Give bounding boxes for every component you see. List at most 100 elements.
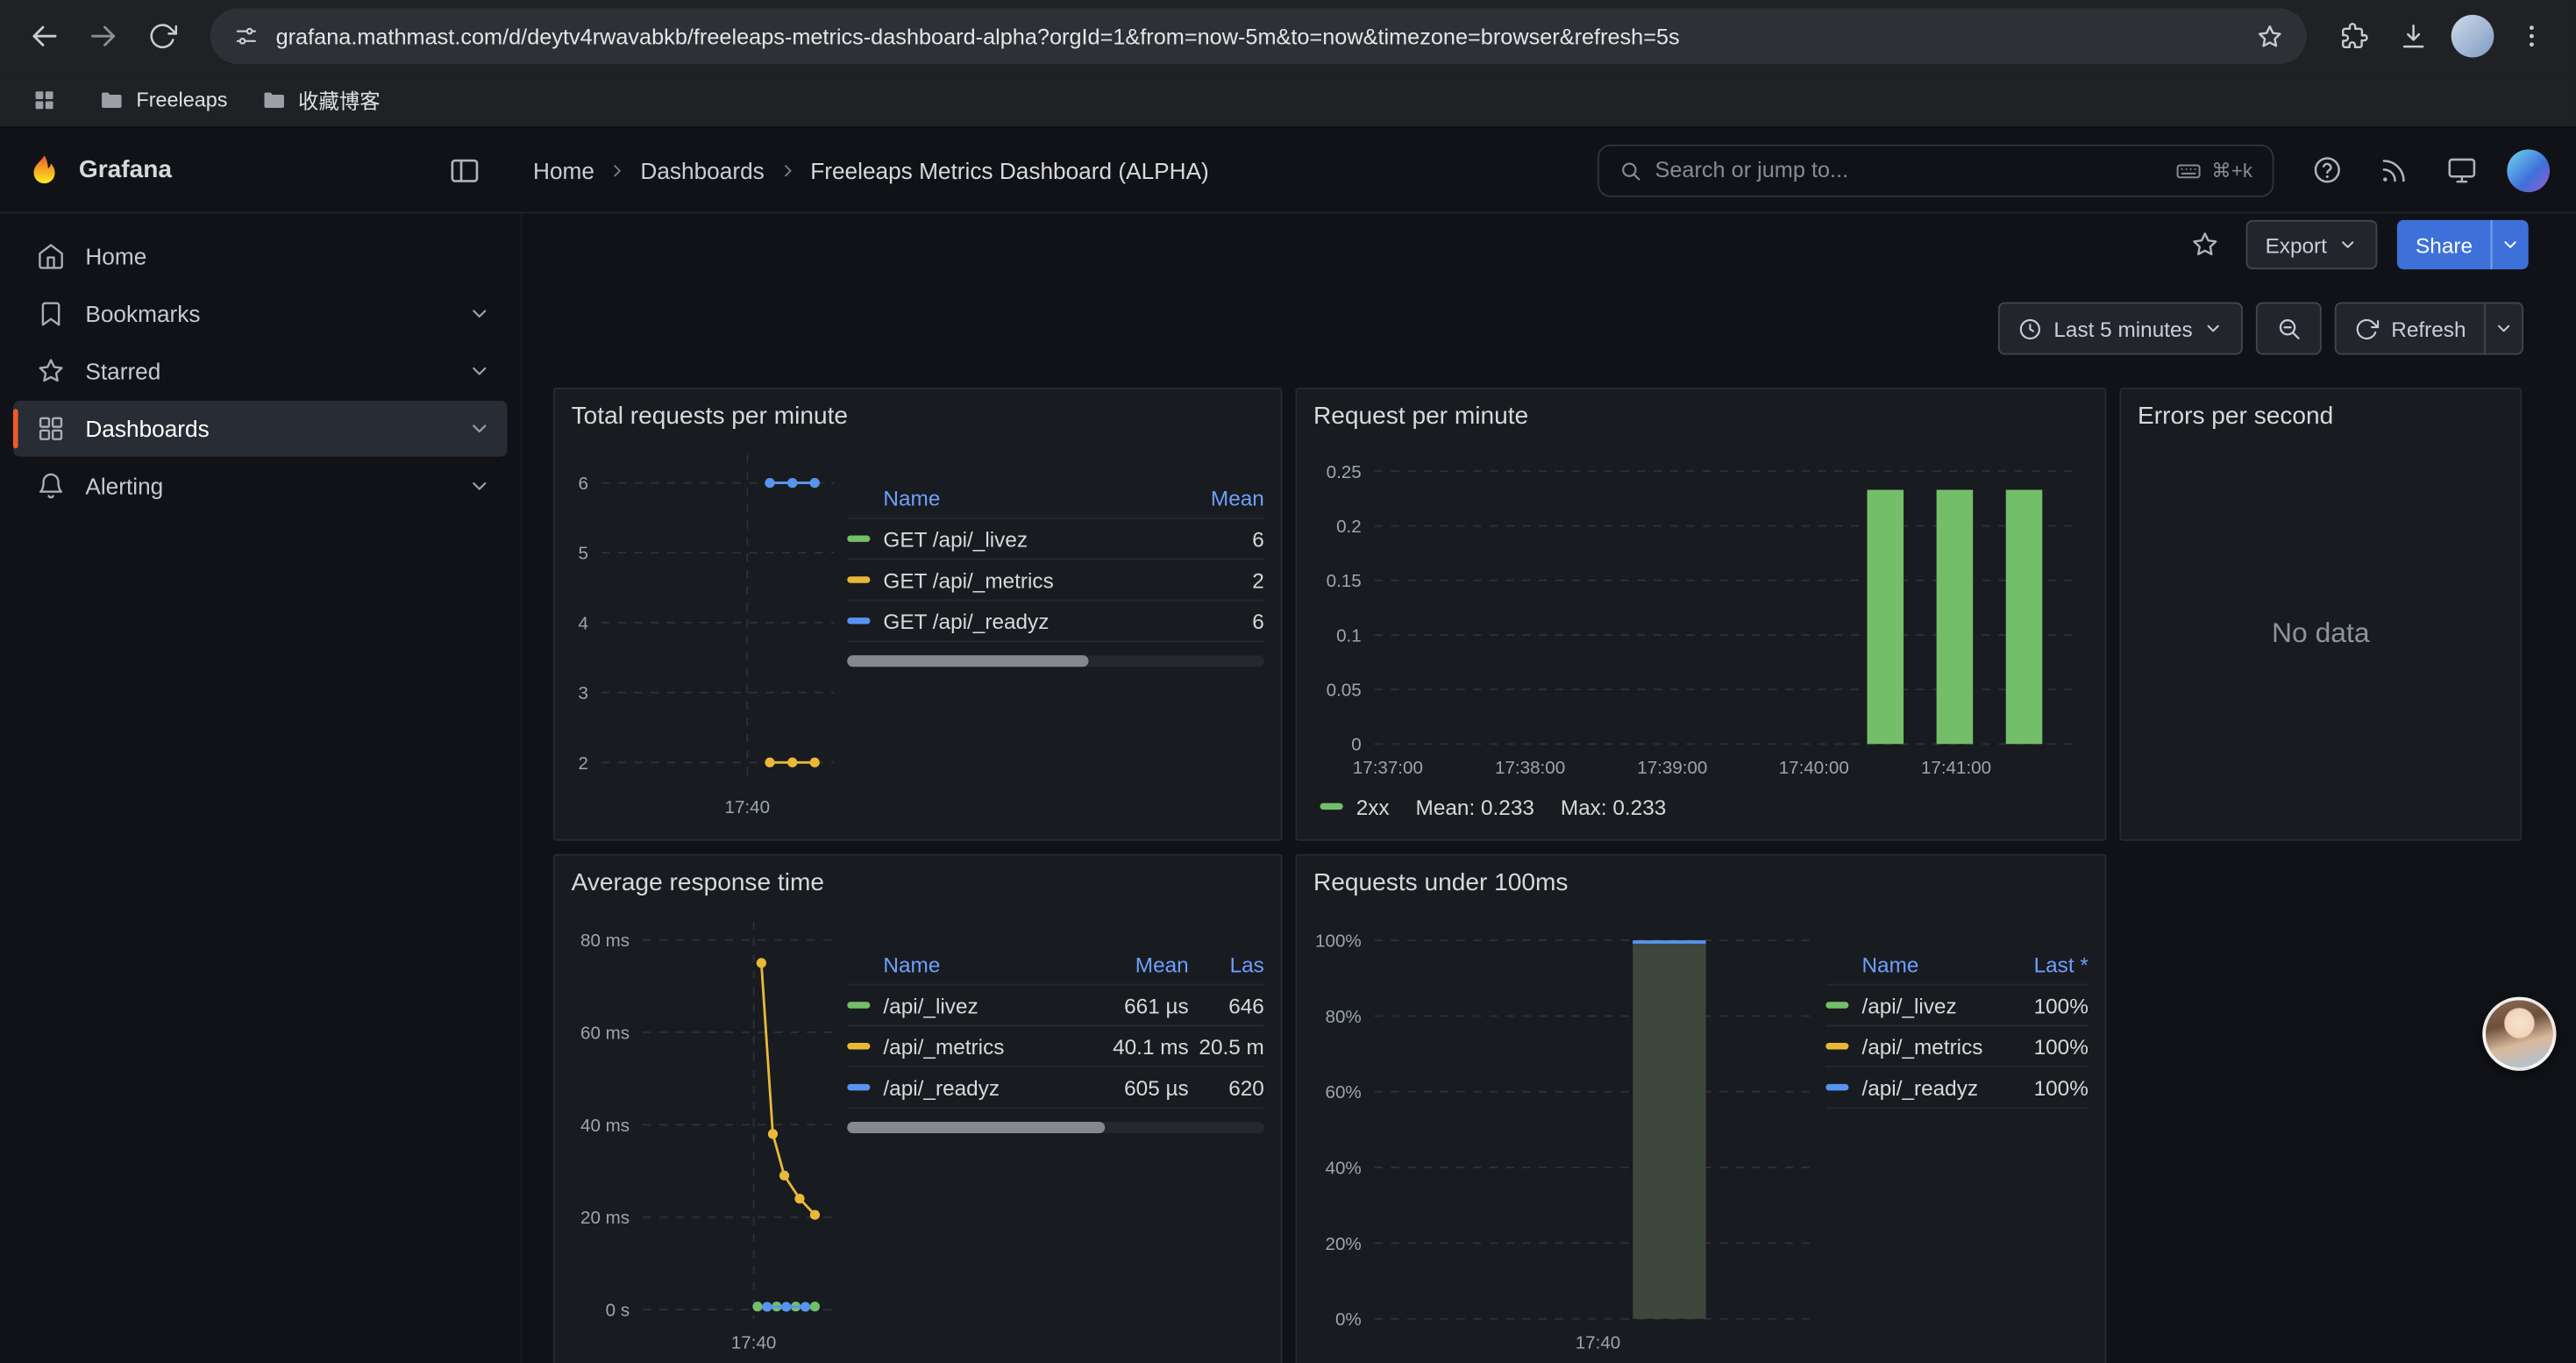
share-menu-button[interactable] — [2491, 220, 2529, 269]
svg-text:20%: 20% — [1326, 1234, 1362, 1254]
timeseries-chart[interactable]: 6543217:40 — [572, 442, 848, 826]
series-name[interactable]: /api/_readyz — [1861, 1075, 1978, 1100]
panel-title[interactable]: Errors per second — [2121, 389, 2520, 442]
series-name[interactable]: GET /api/_readyz — [883, 609, 1049, 633]
brand[interactable]: Grafana — [26, 152, 172, 188]
panel-title[interactable]: Average response time — [555, 856, 1281, 909]
legend-row[interactable]: /api/_livez661 µs646 — [847, 986, 1264, 1027]
svg-text:17:37:00: 17:37:00 — [1353, 758, 1423, 778]
zoom-out-button[interactable] — [2257, 303, 2323, 355]
legend[interactable]: 2xx Mean: 0.233 Max: 0.233 — [1313, 787, 2089, 826]
legend-scrollbar[interactable] — [847, 1122, 1264, 1133]
timeseries-chart[interactable]: 80 ms60 ms40 ms20 ms0 s17:40 — [572, 909, 848, 1362]
breadcrumb-home[interactable]: Home — [533, 157, 594, 183]
user-avatar — [2507, 148, 2550, 191]
chevron-down-icon[interactable] — [468, 475, 491, 497]
browser-menu-button[interactable] — [2504, 8, 2560, 64]
panel-title[interactable]: Total requests per minute — [555, 389, 1281, 442]
legend-row[interactable]: /api/_metrics40.1 ms20.5 m — [847, 1026, 1264, 1067]
breadcrumb-dashboards[interactable]: Dashboards — [640, 157, 764, 183]
svg-text:60%: 60% — [1326, 1082, 1362, 1103]
dashboards-grid-icon — [36, 414, 66, 444]
news-button[interactable] — [2373, 148, 2416, 191]
series-max: Max: 0.233 — [1561, 794, 1666, 818]
series-value: 2 — [1189, 567, 1264, 592]
legend-row[interactable]: GET /api/_livez6 — [847, 519, 1264, 560]
series-name[interactable]: GET /api/_livez — [883, 526, 1028, 551]
panel-total-requests: Total requests per minute 6543217:40 Nam… — [553, 388, 1282, 841]
extensions-button[interactable] — [2326, 8, 2382, 64]
forward-button[interactable] — [75, 8, 132, 64]
svg-text:2: 2 — [578, 753, 587, 774]
chevron-down-icon[interactable] — [468, 417, 491, 440]
folder-icon — [260, 86, 287, 112]
sidebar-toggle-button[interactable] — [448, 153, 480, 186]
svg-text:3: 3 — [578, 683, 587, 703]
browser-profile-avatar — [2451, 15, 2494, 58]
refresh-button-group: Refresh — [2336, 303, 2523, 355]
monitor-icon — [2445, 154, 2477, 186]
legend-scrollbar[interactable] — [847, 655, 1264, 667]
export-button[interactable]: Export — [2245, 220, 2378, 269]
bookmark-star-icon[interactable] — [2256, 22, 2284, 50]
sidebar-item-home[interactable]: Home — [13, 228, 508, 284]
help-button[interactable] — [2305, 148, 2348, 191]
monitoring-button[interactable] — [2440, 148, 2483, 191]
user-menu-button[interactable] — [2507, 148, 2550, 191]
panel-title[interactable]: Requests under 100ms — [1297, 856, 2104, 909]
profile-button[interactable] — [2444, 8, 2501, 64]
search-bar[interactable]: ⌘+k — [1598, 144, 2274, 196]
bookmark-item-freeleaps[interactable]: Freeleaps — [98, 86, 227, 112]
sidebar-item-starred[interactable]: Starred — [13, 343, 508, 399]
back-button[interactable] — [17, 8, 73, 64]
site-settings-icon[interactable] — [233, 23, 260, 49]
series-name[interactable]: /api/_metrics — [883, 1034, 1004, 1059]
scrollbar-thumb[interactable] — [847, 655, 1089, 667]
download-icon — [2399, 21, 2429, 51]
browser-toolbar: grafana.mathmast.com/d/deytv4rwavabkb/fr… — [0, 0, 2576, 72]
legend-row[interactable]: GET /api/_metrics 2 — [847, 560, 1264, 602]
series-swatch — [847, 535, 870, 541]
series-name[interactable]: GET /api/_metrics — [883, 567, 1053, 592]
sidebar-item-dashboards[interactable]: Dashboards — [13, 401, 508, 457]
refresh-interval-button[interactable] — [2484, 303, 2522, 353]
legend-row[interactable]: /api/_readyz100% — [1825, 1067, 2089, 1109]
panel-requests-under-100ms: Requests under 100ms 100%80%60%40%20%0%1… — [1295, 854, 2106, 1363]
legend-row[interactable]: /api/_readyz605 µs620 — [847, 1067, 1264, 1109]
sidebar-item-label: Starred — [85, 358, 448, 384]
bookmark-item-blogs[interactable]: 收藏博客 — [260, 83, 381, 115]
reload-button[interactable] — [135, 8, 191, 64]
bar-chart[interactable]: 100%80%60%40%20%0%17:40 — [1313, 909, 1825, 1362]
legend-row[interactable]: /api/_livez100% — [1825, 986, 2089, 1027]
reload-icon — [148, 21, 178, 51]
apps-shortcut-button[interactable] — [23, 78, 66, 121]
series-name[interactable]: /api/_metrics — [1861, 1034, 1982, 1059]
sidebar-item-alerting[interactable]: Alerting — [13, 458, 508, 514]
url-bar[interactable]: grafana.mathmast.com/d/deytv4rwavabkb/fr… — [210, 8, 2307, 64]
bar-chart[interactable]: 0.250.20.150.10.05017:37:0017:38:0017:39… — [1313, 442, 2089, 787]
share-button[interactable]: Share — [2397, 220, 2490, 269]
time-range-picker[interactable]: Last 5 minutes — [1998, 303, 2244, 355]
series-value: 646 — [1189, 993, 1264, 1017]
chevron-down-icon — [2494, 318, 2513, 338]
search-input[interactable] — [1655, 158, 2163, 182]
legend-row[interactable]: GET /api/_readyz6 — [847, 601, 1264, 642]
folder-icon — [98, 86, 125, 112]
series-name[interactable]: 2xx — [1356, 794, 1390, 818]
floating-assistant-avatar[interactable] — [2482, 997, 2556, 1071]
scrollbar-thumb[interactable] — [847, 1122, 1106, 1133]
downloads-button[interactable] — [2386, 8, 2442, 64]
panel-title[interactable]: Request per minute — [1297, 389, 2104, 442]
favorite-star-button[interactable] — [2183, 224, 2226, 267]
refresh-button[interactable]: Refresh — [2337, 303, 2484, 353]
series-name[interactable]: /api/_livez — [1861, 993, 1956, 1017]
series-name[interactable]: /api/_livez — [883, 993, 978, 1017]
svg-text:0%: 0% — [1335, 1309, 1362, 1330]
sidebar-item-bookmarks[interactable]: Bookmarks — [13, 286, 508, 342]
chevron-down-icon[interactable] — [468, 303, 491, 325]
legend-row[interactable]: /api/_metrics100% — [1825, 1026, 2089, 1067]
star-icon — [2189, 230, 2219, 260]
series-swatch — [1825, 1043, 1848, 1049]
series-name[interactable]: /api/_readyz — [883, 1075, 1000, 1100]
chevron-down-icon[interactable] — [468, 360, 491, 382]
